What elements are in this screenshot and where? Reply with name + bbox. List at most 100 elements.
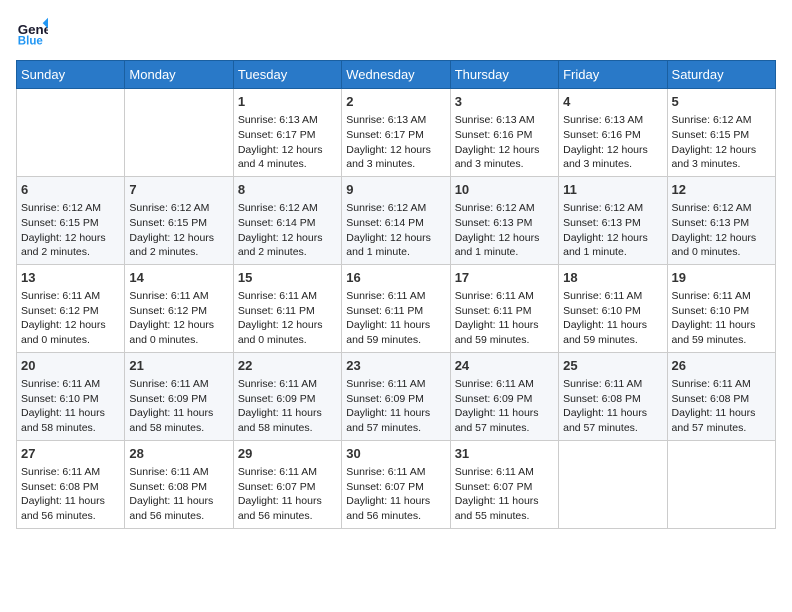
day-info: Sunrise: 6:11 AM Sunset: 6:10 PM Dayligh…: [563, 289, 662, 348]
day-info: Sunrise: 6:12 AM Sunset: 6:13 PM Dayligh…: [455, 201, 554, 260]
calendar-cell: 12 Sunrise: 6:12 AM Sunset: 6:13 PM Dayli…: [667, 176, 775, 264]
day-number: 21: [129, 357, 228, 375]
calendar-cell: 20 Sunrise: 6:11 AM Sunset: 6:10 PM Dayli…: [17, 352, 125, 440]
day-number: 23: [346, 357, 445, 375]
day-info: Sunrise: 6:11 AM Sunset: 6:12 PM Dayligh…: [129, 289, 228, 348]
day-info: Sunrise: 6:12 AM Sunset: 6:13 PM Dayligh…: [672, 201, 771, 260]
calendar-cell: 26 Sunrise: 6:11 AM Sunset: 6:08 PM Dayli…: [667, 352, 775, 440]
day-info: Sunrise: 6:13 AM Sunset: 6:17 PM Dayligh…: [238, 113, 337, 172]
calendar-cell: 17 Sunrise: 6:11 AM Sunset: 6:11 PM Dayli…: [450, 264, 558, 352]
calendar-cell: 25 Sunrise: 6:11 AM Sunset: 6:08 PM Dayli…: [559, 352, 667, 440]
day-info: Sunrise: 6:11 AM Sunset: 6:09 PM Dayligh…: [238, 377, 337, 436]
day-info: Sunrise: 6:11 AM Sunset: 6:08 PM Dayligh…: [563, 377, 662, 436]
day-number: 30: [346, 445, 445, 463]
day-number: 15: [238, 269, 337, 287]
day-number: 18: [563, 269, 662, 287]
calendar-cell: 5 Sunrise: 6:12 AM Sunset: 6:15 PM Daylig…: [667, 89, 775, 177]
day-number: 16: [346, 269, 445, 287]
day-number: 6: [21, 181, 120, 199]
day-number: 8: [238, 181, 337, 199]
day-info: Sunrise: 6:12 AM Sunset: 6:15 PM Dayligh…: [21, 201, 120, 260]
day-of-week-monday: Monday: [125, 61, 233, 89]
calendar-cell: 19 Sunrise: 6:11 AM Sunset: 6:10 PM Dayli…: [667, 264, 775, 352]
svg-text:Blue: Blue: [18, 35, 44, 47]
calendar-week-1: 1 Sunrise: 6:13 AM Sunset: 6:17 PM Daylig…: [17, 89, 776, 177]
calendar-cell: 4 Sunrise: 6:13 AM Sunset: 6:16 PM Daylig…: [559, 89, 667, 177]
calendar-week-5: 27 Sunrise: 6:11 AM Sunset: 6:08 PM Dayli…: [17, 440, 776, 528]
day-number: 27: [21, 445, 120, 463]
day-number: 20: [21, 357, 120, 375]
calendar-cell: 3Sunrise: 6:13 AM Sunset: 6:16 PM Daylig…: [450, 89, 558, 177]
day-info: Sunrise: 6:11 AM Sunset: 6:10 PM Dayligh…: [672, 289, 771, 348]
day-number: 17: [455, 269, 554, 287]
day-number: 14: [129, 269, 228, 287]
day-info: Sunrise: 6:11 AM Sunset: 6:07 PM Dayligh…: [346, 465, 445, 524]
calendar-cell: 7 Sunrise: 6:12 AM Sunset: 6:15 PM Daylig…: [125, 176, 233, 264]
calendar-cell: [125, 89, 233, 177]
calendar-cell: 31Sunrise: 6:11 AM Sunset: 6:07 PM Dayli…: [450, 440, 558, 528]
day-of-week-friday: Friday: [559, 61, 667, 89]
calendar-cell: 11 Sunrise: 6:12 AM Sunset: 6:13 PM Dayli…: [559, 176, 667, 264]
day-of-week-sunday: Sunday: [17, 61, 125, 89]
day-number: 28: [129, 445, 228, 463]
calendar-table: SundayMondayTuesdayWednesdayThursdayFrid…: [16, 60, 776, 529]
svg-text:General: General: [18, 22, 48, 37]
calendar-cell: 16 Sunrise: 6:11 AM Sunset: 6:11 PM Dayli…: [342, 264, 450, 352]
page-header: General Blue: [16, 16, 776, 48]
calendar-cell: 18 Sunrise: 6:11 AM Sunset: 6:10 PM Dayli…: [559, 264, 667, 352]
day-info: Sunrise: 6:11 AM Sunset: 6:10 PM Dayligh…: [21, 377, 120, 436]
calendar-header: SundayMondayTuesdayWednesdayThursdayFrid…: [17, 61, 776, 89]
day-number: 5: [672, 93, 771, 111]
day-info: Sunrise: 6:12 AM Sunset: 6:15 PM Dayligh…: [672, 113, 771, 172]
day-of-week-tuesday: Tuesday: [233, 61, 341, 89]
calendar-cell: 6 Sunrise: 6:12 AM Sunset: 6:15 PM Daylig…: [17, 176, 125, 264]
calendar-cell: 30 Sunrise: 6:11 AM Sunset: 6:07 PM Dayli…: [342, 440, 450, 528]
calendar-cell: 2 Sunrise: 6:13 AM Sunset: 6:17 PM Daylig…: [342, 89, 450, 177]
day-number: 12: [672, 181, 771, 199]
day-info: Sunrise: 6:11 AM Sunset: 6:11 PM Dayligh…: [455, 289, 554, 348]
day-of-week-wednesday: Wednesday: [342, 61, 450, 89]
day-info: Sunrise: 6:11 AM Sunset: 6:12 PM Dayligh…: [21, 289, 120, 348]
day-info: Sunrise: 6:11 AM Sunset: 6:11 PM Dayligh…: [346, 289, 445, 348]
day-number: 22: [238, 357, 337, 375]
day-info: Sunrise: 6:11 AM Sunset: 6:07 PM Dayligh…: [238, 465, 337, 524]
calendar-cell: 22 Sunrise: 6:11 AM Sunset: 6:09 PM Dayli…: [233, 352, 341, 440]
calendar-cell: 8 Sunrise: 6:12 AM Sunset: 6:14 PM Daylig…: [233, 176, 341, 264]
day-info: Sunrise: 6:11 AM Sunset: 6:08 PM Dayligh…: [21, 465, 120, 524]
day-info: Sunrise: 6:12 AM Sunset: 6:15 PM Dayligh…: [129, 201, 228, 260]
day-number: 7: [129, 181, 228, 199]
day-info: Sunrise: 6:11 AM Sunset: 6:08 PM Dayligh…: [129, 465, 228, 524]
day-info: Sunrise: 6:13 AM Sunset: 6:16 PM Dayligh…: [563, 113, 662, 172]
day-number: 10: [455, 181, 554, 199]
calendar-cell: [559, 440, 667, 528]
calendar-cell: 28 Sunrise: 6:11 AM Sunset: 6:08 PM Dayli…: [125, 440, 233, 528]
calendar-cell: 27 Sunrise: 6:11 AM Sunset: 6:08 PM Dayli…: [17, 440, 125, 528]
calendar-cell: [667, 440, 775, 528]
day-number: 26: [672, 357, 771, 375]
calendar-cell: 10 Sunrise: 6:12 AM Sunset: 6:13 PM Dayli…: [450, 176, 558, 264]
day-info: Sunrise: 6:12 AM Sunset: 6:14 PM Dayligh…: [238, 201, 337, 260]
logo-icon: General Blue: [16, 16, 48, 48]
day-number: 25: [563, 357, 662, 375]
calendar-cell: 15 Sunrise: 6:11 AM Sunset: 6:11 PM Dayli…: [233, 264, 341, 352]
calendar-cell: 23Sunrise: 6:11 AM Sunset: 6:09 PM Dayli…: [342, 352, 450, 440]
calendar-week-2: 6 Sunrise: 6:12 AM Sunset: 6:15 PM Daylig…: [17, 176, 776, 264]
day-info: Sunrise: 6:11 AM Sunset: 6:11 PM Dayligh…: [238, 289, 337, 348]
day-number: 24: [455, 357, 554, 375]
day-info: Sunrise: 6:12 AM Sunset: 6:13 PM Dayligh…: [563, 201, 662, 260]
day-info: Sunrise: 6:12 AM Sunset: 6:14 PM Dayligh…: [346, 201, 445, 260]
calendar-cell: 14 Sunrise: 6:11 AM Sunset: 6:12 PM Dayli…: [125, 264, 233, 352]
day-number: 19: [672, 269, 771, 287]
calendar-cell: 13 Sunrise: 6:11 AM Sunset: 6:12 PM Dayli…: [17, 264, 125, 352]
calendar-cell: 24 Sunrise: 6:11 AM Sunset: 6:09 PM Dayli…: [450, 352, 558, 440]
day-number: 4: [563, 93, 662, 111]
day-number: 2: [346, 93, 445, 111]
day-number: 11: [563, 181, 662, 199]
day-info: Sunrise: 6:11 AM Sunset: 6:09 PM Dayligh…: [455, 377, 554, 436]
day-info: Sunrise: 6:13 AM Sunset: 6:17 PM Dayligh…: [346, 113, 445, 172]
day-of-week-saturday: Saturday: [667, 61, 775, 89]
day-info: Sunrise: 6:11 AM Sunset: 6:08 PM Dayligh…: [672, 377, 771, 436]
day-number: 13: [21, 269, 120, 287]
day-number: 1: [238, 93, 337, 111]
day-info: Sunrise: 6:11 AM Sunset: 6:07 PM Dayligh…: [455, 465, 554, 524]
